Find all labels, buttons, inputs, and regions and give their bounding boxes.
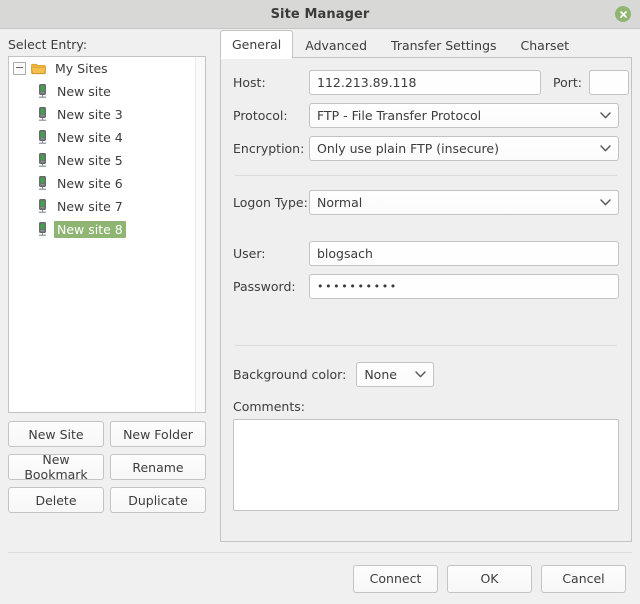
tree-item-site[interactable]: New site 5 [9,149,205,172]
left-pane: Select Entry: My Sites New site New site… [0,29,214,513]
server-icon [38,107,47,121]
host-row: Host: Port: [233,70,629,95]
protocol-row: Protocol: FTP - File Transfer Protocol [233,103,619,128]
window-title: Site Manager [270,6,370,22]
host-input[interactable] [309,70,541,95]
chevron-down-icon [600,199,611,206]
encryption-row: Encryption: Only use plain FTP (insecure… [233,136,619,161]
collapse-minus-icon[interactable] [13,62,26,75]
server-icon [38,153,47,167]
tree-item-label: New site 3 [57,107,123,122]
server-icon [38,199,47,213]
logon-type-select[interactable]: Normal [309,190,619,215]
tree-item-my-sites[interactable]: My Sites [9,57,205,80]
folder-icon [31,63,46,74]
tree-item-label: New site 8 [54,221,126,238]
protocol-select[interactable]: FTP - File Transfer Protocol [309,103,619,128]
background-color-label: Background color: [233,367,347,382]
user-label: User: [233,246,266,261]
tree-item-site[interactable]: New site 7 [9,195,205,218]
chevron-down-icon [600,145,611,152]
server-icon [38,84,47,98]
comments-label: Comments: [233,399,305,414]
background-color-row: Background color: None [233,362,619,387]
host-label: Host: [233,75,266,90]
tab-charset[interactable]: Charset [509,31,582,59]
tree-item-label: New site 6 [57,176,123,191]
background-color-value: None [364,367,397,382]
tab-strip: General Advanced Transfer Settings Chars… [214,29,640,59]
server-icon [38,176,47,190]
form-gap [233,223,619,241]
right-pane: General Advanced Transfer Settings Chars… [214,29,640,543]
password-row: Password: [233,274,619,299]
close-icon[interactable] [615,6,631,22]
site-actions-toolbar: New Site New Folder New Bookmark Rename … [8,421,206,513]
duplicate-button[interactable]: Duplicate [110,487,206,513]
chevron-down-icon [600,112,611,119]
chevron-down-icon [415,371,427,378]
tree-item-label: New site 7 [57,199,123,214]
encryption-label: Encryption: [233,141,305,156]
tree-item-label: New site [57,84,111,99]
password-label: Password: [233,279,296,294]
user-input[interactable] [309,241,619,266]
port-input[interactable] [589,70,629,95]
section-divider-1 [235,175,617,176]
delete-button[interactable]: Delete [8,487,104,513]
new-bookmark-button[interactable]: New Bookmark [8,452,104,482]
tab-general[interactable]: General [220,30,294,59]
tree-item-site[interactable]: New site 3 [9,103,205,126]
section-divider-2 [235,345,617,346]
tree-item-site[interactable]: New site [9,80,205,103]
tree-item-site-selected[interactable]: New site 8 [9,218,205,241]
background-color-select[interactable]: None [356,362,435,387]
tab-advanced[interactable]: Advanced [293,31,379,59]
tree-item-site[interactable]: New site 4 [9,126,205,149]
tree-item-site[interactable]: New site 6 [9,172,205,195]
site-tree[interactable]: My Sites New site New site 3 New site 4 … [8,56,206,413]
tree-item-label: New site 5 [57,153,123,168]
new-folder-button[interactable]: New Folder [110,421,206,447]
server-icon [38,222,47,236]
logon-type-value: Normal [317,195,363,210]
comments-textarea[interactable] [233,419,619,511]
protocol-label: Protocol: [233,108,288,123]
tree-scrollbar[interactable] [195,57,205,412]
rename-button[interactable]: Rename [110,454,206,480]
tree-item-label: New site 4 [57,130,123,145]
dialog-body: Select Entry: My Sites New site New site… [0,29,640,593]
new-site-button[interactable]: New Site [8,421,104,447]
logon-type-label: Logon Type: [233,195,308,210]
encryption-select[interactable]: Only use plain FTP (insecure) [309,136,619,161]
protocol-value: FTP - File Transfer Protocol [317,108,482,123]
tree-item-label: My Sites [55,61,108,76]
port-label: Port: [553,75,582,90]
select-entry-label: Select Entry: [8,37,88,52]
general-tab-panel: Host: Port: Protocol: FTP - File Transfe… [220,57,632,542]
title-bar: Site Manager [0,0,640,29]
user-row: User: [233,241,619,266]
password-input[interactable] [309,274,619,299]
encryption-value: Only use plain FTP (insecure) [317,141,499,156]
server-icon [38,130,47,144]
logon-type-row: Logon Type: Normal [233,190,619,215]
tab-transfer-settings[interactable]: Transfer Settings [379,31,509,59]
